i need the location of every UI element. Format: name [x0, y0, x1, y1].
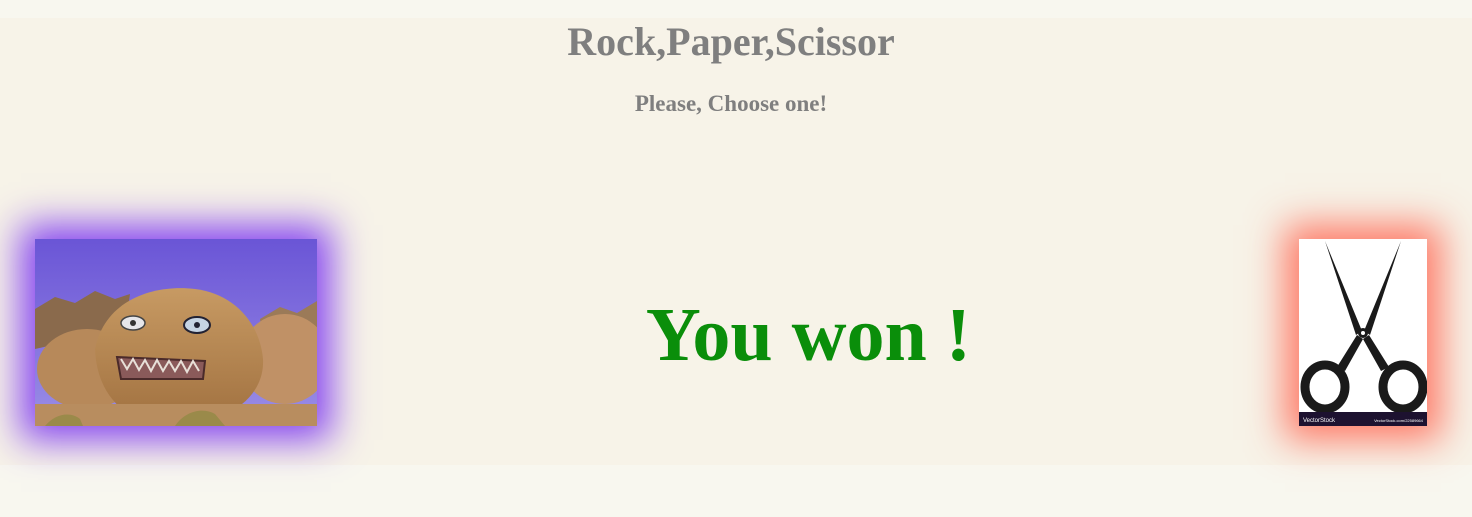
computer-choice-scissor-image: VectorStock VectorStock.com/22589664	[1299, 239, 1427, 426]
instruction-text: Please, Choose one!	[634, 91, 828, 116]
watermark-right: VectorStock.com/22589664	[1374, 418, 1424, 423]
page-title: Rock,Paper,Scissor	[567, 19, 895, 64]
watermark-left: VectorStock	[1303, 418, 1336, 424]
scissor-icon: VectorStock VectorStock.com/22589664	[1299, 239, 1427, 426]
result-message: You won !	[645, 293, 972, 377]
